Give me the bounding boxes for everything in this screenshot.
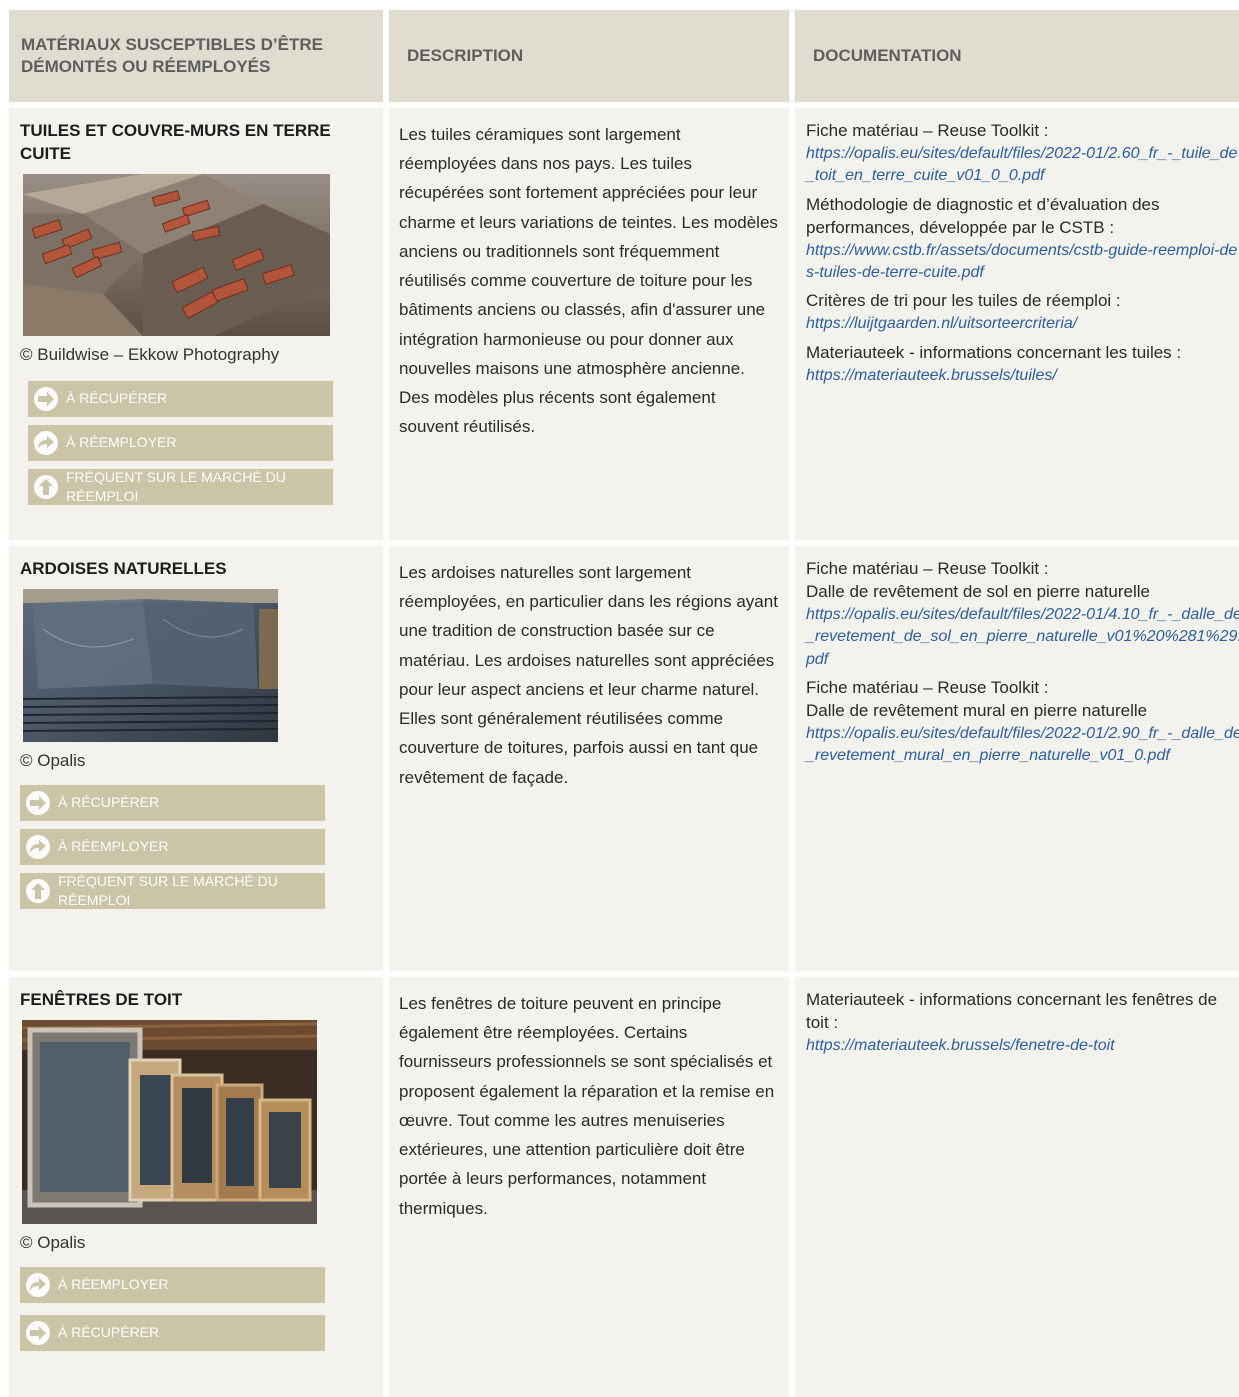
material-title: Fenêtres de toit <box>20 990 183 1009</box>
tag-label: À récupérer <box>58 794 160 811</box>
material-title: Ardoises naturelles <box>20 559 227 578</box>
tag-label: À récupérer <box>66 390 168 407</box>
arrow-curve-right-icon <box>26 834 50 859</box>
doc-link[interactable]: https://luijtgaarden.nl/uitsorteercriter… <box>806 313 1239 335</box>
material-cell-slates: Ardoises naturelles <box>9 546 383 971</box>
tag-list: À récupérer À réemployer Fréquent sur le… <box>20 784 325 909</box>
header-description: Description <box>389 10 789 102</box>
tag-recover: À récupérer <box>20 784 325 821</box>
documentation-cell-roof-windows: Materiauteek - informations concernant l… <box>795 977 1239 1397</box>
doc-label: Critères de tri pour les tuiles de réemp… <box>806 291 1121 311</box>
tag-list: À récupérer À réemployer Fréquent sur le… <box>28 380 333 505</box>
tag-frequent: Fréquent sur le marché du réemploi <box>28 468 333 505</box>
doc-entry: Critères de tri pour les tuiles de réemp… <box>806 290 1239 335</box>
tag-label: À réemployer <box>58 838 169 855</box>
material-cell-roof-windows: Fenêtres de toit <box>9 977 383 1397</box>
doc-entry: Fiche matériau – Reuse Toolkit : Dalle d… <box>806 558 1239 671</box>
doc-label: Fiche matériau – Reuse Toolkit : <box>806 121 1049 140</box>
tag-reuse: À réemployer <box>20 1266 325 1303</box>
materials-table: Matériaux susceptibles d’être démontés o… <box>9 10 1239 1397</box>
doc-label: Materiauteek - informations concernant l… <box>806 990 1218 1032</box>
arrow-up-icon <box>34 474 58 499</box>
header-materials: Matériaux susceptibles d’être démontés o… <box>9 10 383 102</box>
arrow-up-icon <box>26 878 50 903</box>
tag-reuse: À réemployer <box>20 828 325 865</box>
doc-link[interactable]: https://opalis.eu/sites/default/files/20… <box>806 604 1239 671</box>
tag-recover: À récupérer <box>20 1314 325 1351</box>
material-title: Tuiles et couvre-murs en terre cuite <box>20 121 331 163</box>
tag-label: À récupérer <box>58 1324 160 1341</box>
page: Matériaux susceptibles d’être démontés o… <box>0 0 1239 1397</box>
tag-recover: À récupérer <box>28 380 333 417</box>
description-text: Les tuiles céramiques sont largement rée… <box>399 125 778 437</box>
doc-entry: Méthodologie de diagnostic et d’évaluati… <box>806 194 1239 285</box>
photo-credit: © Opalis <box>20 1232 86 1252</box>
tag-list: À réemployer À récupérer <box>20 1266 325 1351</box>
doc-link[interactable]: https://materiauteek.brussels/fenetre-de… <box>806 1035 1239 1057</box>
tag-label: À réemployer <box>58 1276 169 1293</box>
tag-frequent: Fréquent sur le marché du réemploi <box>20 872 325 909</box>
photo-clay-tiles <box>23 173 330 336</box>
doc-entry: Materiauteek - informations concernant l… <box>806 342 1239 387</box>
doc-link[interactable]: https://www.cstb.fr/assets/documents/cst… <box>806 240 1239 285</box>
doc-sublabel: Dalle de revêtement mural en pierre natu… <box>806 700 1148 720</box>
doc-label: Materiauteek - informations concernant l… <box>806 342 1182 362</box>
doc-sublabel: Dalle de revêtement de sol en pierre nat… <box>806 581 1150 601</box>
documentation-cell-slates: Fiche matériau – Reuse Toolkit : Dalle d… <box>795 546 1239 971</box>
description-text: Les ardoises naturelles sont largement r… <box>399 563 778 787</box>
arrow-curve-right-icon <box>34 430 58 455</box>
photo-roof-windows <box>22 1019 317 1224</box>
arrow-right-icon <box>26 1320 50 1345</box>
doc-label: Fiche matériau – Reuse Toolkit : <box>806 559 1049 578</box>
tag-label: Fréquent sur le marché du réemploi <box>66 468 286 504</box>
doc-entry: Fiche matériau – Reuse Toolkit : https:/… <box>806 120 1239 188</box>
description-cell-roof-windows: Les fenêtres de toiture peuvent en princ… <box>389 977 789 1397</box>
documentation-cell-tiles: Fiche matériau – Reuse Toolkit : https:/… <box>795 108 1239 540</box>
photo-credit: © Buildwise – Ekkow Photography <box>20 344 280 364</box>
tag-label: Fréquent sur le marché du réemploi <box>58 872 278 908</box>
arrow-right-icon <box>26 790 50 815</box>
description-cell-slates: Les ardoises naturelles sont largement r… <box>389 546 789 971</box>
doc-entry: Materiauteek - informations concernant l… <box>806 989 1239 1057</box>
tag-label: À réemployer <box>66 434 177 451</box>
material-cell-tiles: Tuiles et couvre-murs en terre cuite <box>9 108 383 540</box>
doc-entry: Fiche matériau – Reuse Toolkit : Dalle d… <box>806 677 1239 768</box>
photo-natural-slates <box>23 588 278 742</box>
header-documentation: Documentation <box>795 10 1239 102</box>
arrow-curve-right-icon <box>26 1272 50 1297</box>
doc-label: Méthodologie de diagnostic et d’évaluati… <box>806 194 1160 237</box>
doc-label: Fiche matériau – Reuse Toolkit : <box>806 678 1049 698</box>
description-cell-tiles: Les tuiles céramiques sont largement rée… <box>389 108 789 540</box>
doc-link[interactable]: https://opalis.eu/sites/default/files/20… <box>806 143 1239 188</box>
doc-link[interactable]: https://opalis.eu/sites/default/files/20… <box>806 723 1239 768</box>
doc-link[interactable]: https://materiauteek.brussels/tuiles/ <box>806 365 1239 387</box>
tag-reuse: À réemployer <box>28 424 333 461</box>
photo-credit: © Opalis <box>20 750 86 770</box>
description-text: Les fenêtres de toiture peuvent en princ… <box>399 994 775 1218</box>
arrow-right-icon <box>34 386 58 411</box>
